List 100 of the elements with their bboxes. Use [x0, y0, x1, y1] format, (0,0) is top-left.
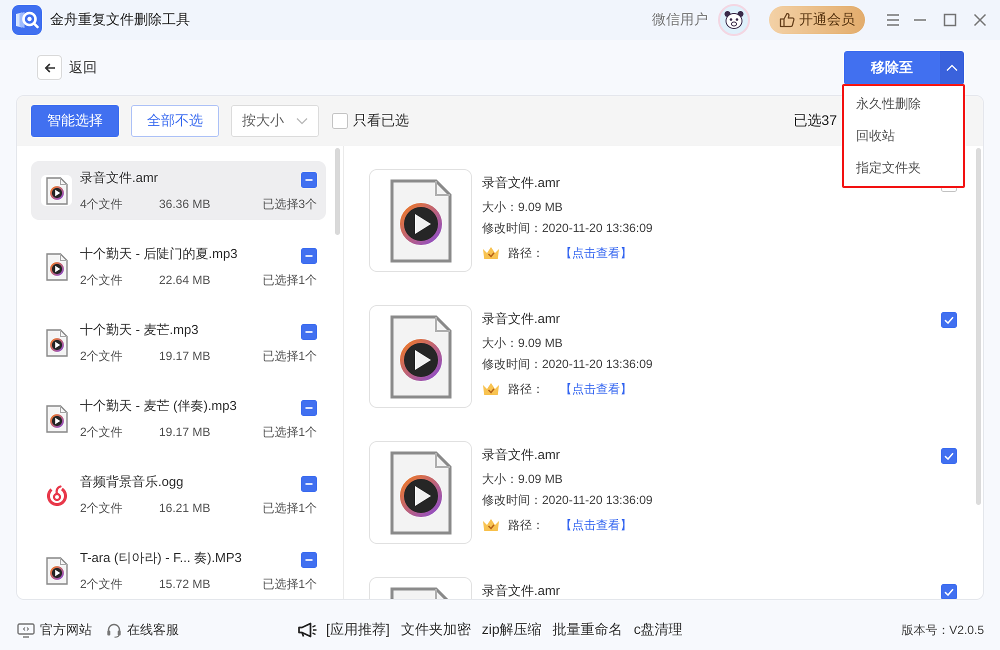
- file-size: 大小：9.09 MB: [482, 335, 564, 352]
- file-count: 2个文件: [80, 424, 124, 441]
- file-count: 2个文件: [80, 500, 124, 517]
- caret-icon: [946, 64, 958, 72]
- group-size: 19.17 MB: [159, 348, 212, 365]
- promo-label: [应用推荐]: [326, 621, 390, 639]
- promo-link[interactable]: 文件夹加密: [400, 621, 471, 639]
- view-path-link[interactable]: 【点击查看】: [560, 380, 632, 398]
- version-label: 版本号：V2.0.5: [901, 622, 984, 638]
- promo-link[interactable]: zip解压缩: [482, 621, 542, 639]
- audio-file-icon: [46, 328, 68, 356]
- group-checkbox[interactable]: [301, 552, 317, 568]
- crown-icon: [482, 246, 500, 260]
- audio-file-icon: [390, 178, 452, 262]
- selected-in-group: 已选择1个: [262, 270, 317, 290]
- path-label: 路径：: [508, 244, 544, 262]
- group-checkbox[interactable]: [301, 172, 317, 188]
- back-label[interactable]: 返回: [69, 58, 97, 76]
- group-size: 36.36 MB: [159, 196, 212, 213]
- file-name: 录音文件.amr: [482, 582, 561, 599]
- file-count: 4个文件: [80, 196, 124, 213]
- selected-in-group: 已选择1个: [262, 498, 317, 518]
- crown-icon: [482, 382, 500, 396]
- group-size: 19.17 MB: [159, 424, 212, 441]
- close-icon[interactable]: [972, 12, 988, 28]
- menu-item[interactable]: 指定文件夹: [844, 152, 963, 184]
- audio-file-icon: [390, 314, 452, 398]
- group-name: T-ara (티아라) - F... 奏).MP3: [80, 549, 243, 567]
- audio-file-icon: [46, 252, 68, 280]
- dropdown-toggle[interactable]: [940, 50, 964, 84]
- maximize-icon[interactable]: [942, 12, 958, 28]
- selected-in-group: 已选择3个: [262, 194, 317, 214]
- modified-time: 修改时间：2020-11-20 13:36:09: [482, 220, 654, 237]
- group-checkbox[interactable]: [301, 400, 317, 416]
- window-title: 金舟重复文件删除工具: [50, 11, 190, 29]
- file-checkbox[interactable]: [941, 584, 957, 599]
- move-to-button[interactable]: 移除至: [844, 50, 940, 84]
- file-count: 2个文件: [80, 272, 124, 289]
- deselect-all-button[interactable]: 全部不选: [131, 105, 219, 137]
- file-group-row[interactable]: 录音文件.amr 4个文件 36.36 MB 已选择3个: [31, 161, 326, 220]
- audio-file-icon: [390, 450, 452, 534]
- footer-link[interactable]: 在线客服: [127, 621, 179, 639]
- menu-icon[interactable]: [885, 12, 901, 28]
- file-size: 大小：9.09 MB: [482, 471, 564, 488]
- app-logo-icon: [12, 5, 42, 35]
- group-size: 16.21 MB: [159, 500, 212, 517]
- file-count: 2个文件: [80, 576, 124, 593]
- group-checkbox[interactable]: [301, 248, 317, 264]
- group-checkbox[interactable]: [301, 476, 317, 492]
- selected-in-group: 已选择1个: [262, 422, 317, 442]
- megaphone-icon: [297, 622, 317, 638]
- file-name: 录音文件.amr: [482, 446, 561, 464]
- path-label: 路径：: [508, 516, 544, 534]
- promo-link[interactable]: 批量重命名: [552, 621, 623, 639]
- user-name: 微信用户: [652, 11, 708, 29]
- chevron-down-icon: [296, 117, 308, 125]
- monitor-icon: [17, 622, 35, 638]
- group-size: 15.72 MB: [159, 576, 212, 593]
- selected-in-group: 已选择1个: [262, 574, 317, 594]
- file-name: 录音文件.amr: [482, 310, 561, 328]
- file-count: 2个文件: [80, 348, 124, 365]
- group-name: 十个勤天 - 后陡门的夏.mp3: [80, 245, 238, 263]
- checkbox-label[interactable]: 只看已选: [353, 112, 409, 130]
- modified-time: 修改时间：2020-11-20 13:36:09: [482, 356, 654, 373]
- file-size: 大小：9.09 MB: [482, 199, 564, 216]
- path-label: 路径：: [508, 380, 544, 398]
- file-checkbox[interactable]: [941, 312, 957, 328]
- audio-file-icon: [46, 556, 68, 584]
- back-button[interactable]: [37, 55, 62, 80]
- spiral-icon: [46, 484, 68, 506]
- group-size: 22.64 MB: [159, 272, 212, 289]
- menu-item[interactable]: 回收站: [844, 120, 963, 152]
- audio-file-icon: [46, 404, 68, 432]
- promo-link[interactable]: c盘清理: [634, 621, 683, 639]
- footer-link[interactable]: 官方网站: [40, 621, 92, 639]
- selected-in-group: 已选择1个: [262, 346, 317, 366]
- headset-icon: [106, 622, 122, 638]
- group-name: 十个勤天 - 麦芒.mp3: [80, 321, 200, 339]
- group-name: 十个勤天 - 麦芒 (伴奏).mp3: [80, 397, 238, 415]
- crown-icon: [482, 518, 500, 532]
- file-checkbox[interactable]: [941, 448, 957, 464]
- group-name: 音频背景音乐.ogg: [80, 473, 184, 491]
- vip-button[interactable]: 开通会员: [769, 6, 865, 34]
- sort-dropdown[interactable]: 按大小: [231, 105, 319, 137]
- modified-time: 修改时间：2020-11-20 13:36:09: [482, 492, 654, 509]
- scrollbar[interactable]: [976, 148, 981, 505]
- avatar-icon[interactable]: [718, 4, 750, 36]
- file-name: 录音文件.amr: [482, 174, 561, 192]
- smart-select-button[interactable]: 智能选择: [31, 105, 119, 137]
- view-path-link[interactable]: 【点击查看】: [560, 244, 632, 262]
- scrollbar[interactable]: [335, 148, 340, 235]
- checkbox[interactable]: [332, 113, 348, 129]
- group-name: 录音文件.amr: [80, 169, 159, 187]
- group-checkbox[interactable]: [301, 324, 317, 340]
- audio-file-icon: [46, 176, 68, 204]
- selected-count: 已选37: [793, 112, 837, 130]
- menu-item[interactable]: 永久性删除: [844, 88, 963, 120]
- thumbs-up-icon: [779, 12, 795, 28]
- view-path-link[interactable]: 【点击查看】: [560, 516, 632, 534]
- back-arrow-icon: [44, 62, 56, 74]
